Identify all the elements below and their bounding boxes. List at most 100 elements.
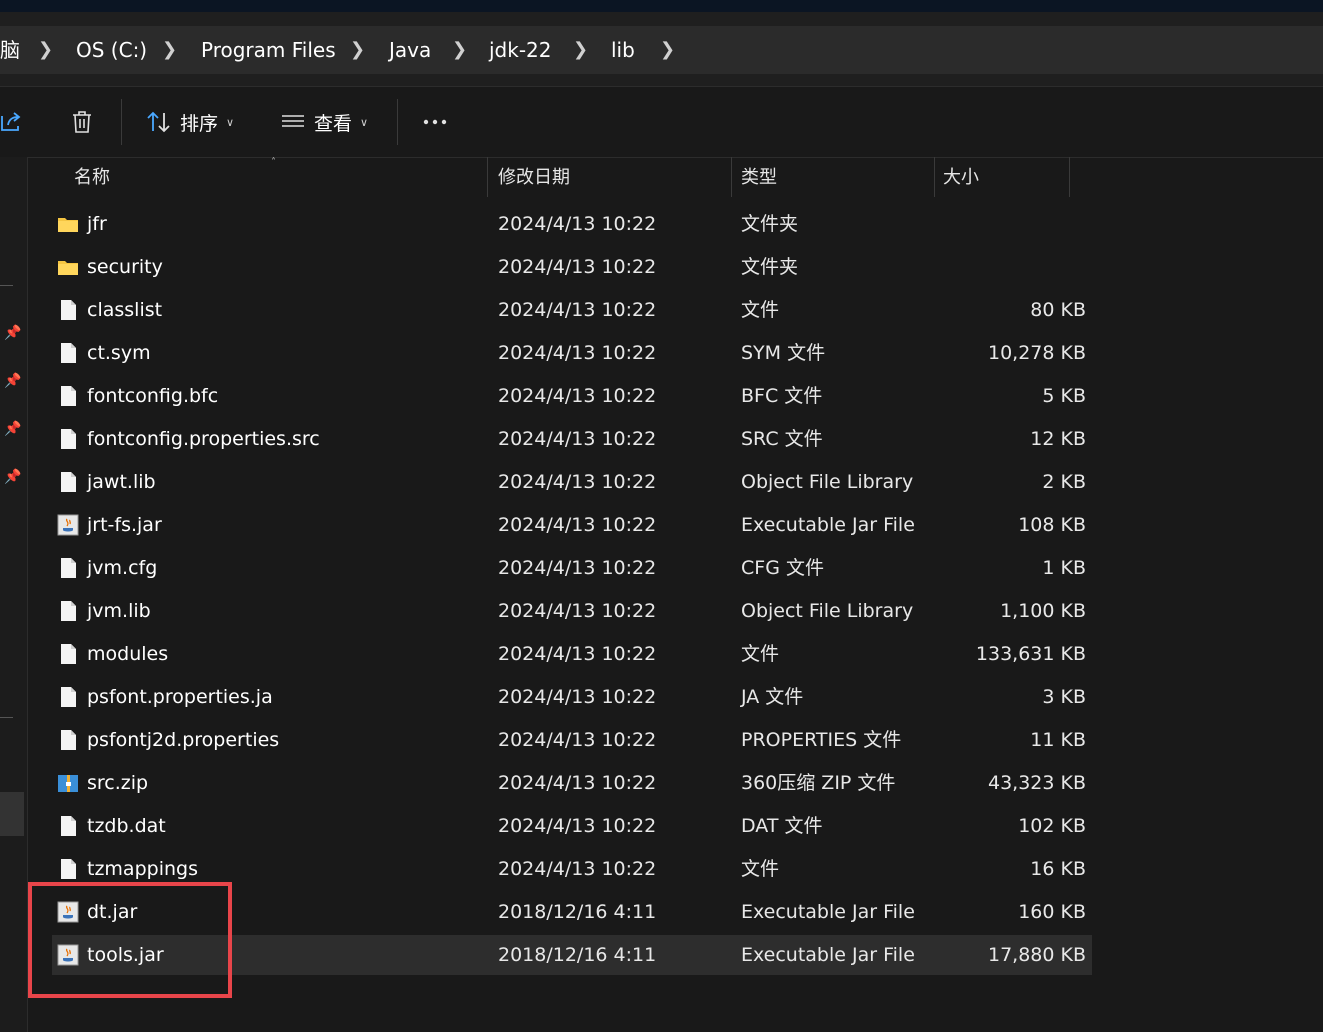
share-button[interactable] (0, 87, 24, 157)
breadcrumb-item-drive[interactable]: OS (C:) (76, 36, 147, 64)
column-size[interactable]: 大小 (934, 157, 1069, 199)
file-row[interactable]: fontconfig.bfc 2024/4/13 10:22 BFC 文件 5 KB (52, 376, 1092, 416)
file-icon (61, 472, 76, 492)
chevron-right-icon[interactable]: ❯ (452, 36, 467, 64)
breadcrumb-item-lib[interactable]: lib (611, 36, 635, 64)
file-row[interactable]: classlist 2024/4/13 10:22 文件 80 KB (52, 290, 1092, 330)
file-name: classlist (87, 299, 163, 321)
file-icon (61, 816, 76, 836)
pin-icon[interactable]: 📌 (4, 421, 22, 439)
file-size: 12 KB (1030, 428, 1086, 450)
file-row[interactable]: psfont.properties.ja 2024/4/13 10:22 JA 文件… (52, 677, 1092, 717)
toolbar-divider (121, 99, 122, 145)
breadcrumb-item-computer[interactable]: 脑 (0, 36, 20, 64)
file-type: 文件 (741, 858, 780, 880)
annotation-highlight-box (28, 882, 232, 998)
file-type: SYM 文件 (741, 342, 826, 364)
file-row[interactable]: jfr 2024/4/13 10:22 文件夹 (52, 204, 1092, 244)
file-row[interactable]: psfontj2d.properties 2024/4/13 10:22 PROPE… (52, 720, 1092, 760)
file-type: 文件夹 (741, 256, 799, 278)
file-date-modified: 2024/4/13 10:22 (498, 686, 657, 708)
file-icon (61, 730, 76, 750)
sort-button[interactable]: 排序 ∨ (146, 87, 234, 157)
more-icon (423, 119, 447, 125)
file-size: 17,880 KB (987, 944, 1086, 966)
pin-icon[interactable]: 📌 (4, 325, 22, 343)
pin-icon[interactable]: 📌 (4, 469, 22, 487)
file-size: 80 KB (1030, 299, 1086, 321)
navigation-pane[interactable]: 📌 📌 📌 📌 (0, 157, 28, 1032)
pin-icon[interactable]: 📌 (4, 373, 22, 391)
file-date-modified: 2024/4/13 10:22 (498, 815, 657, 837)
file-date-modified: 2024/4/13 10:22 (498, 772, 657, 794)
file-row[interactable]: src.zip 2024/4/13 10:22 360压缩 ZIP 文件 43,323… (52, 763, 1092, 803)
file-size: 16 KB (1030, 858, 1086, 880)
chevron-right-icon[interactable]: ❯ (38, 36, 53, 64)
delete-button[interactable] (70, 87, 94, 157)
file-row[interactable]: fontconfig.properties.src 2024/4/13 10:22… (52, 419, 1092, 459)
file-row[interactable]: tzdb.dat 2024/4/13 10:22 DAT 文件 102 KB (52, 806, 1092, 846)
file-row[interactable]: jrt-fs.jar 2024/4/13 10:22 Executable Jar … (52, 505, 1092, 545)
file-size: 160 KB (1018, 901, 1086, 923)
file-name: ct.sym (87, 342, 151, 364)
view-button[interactable]: 查看 ∨ (280, 87, 368, 157)
file-row[interactable]: jvm.cfg 2024/4/13 10:22 CFG 文件 1 KB (52, 548, 1092, 588)
file-type: 360压缩 ZIP 文件 (741, 772, 896, 794)
chevron-right-icon[interactable]: ❯ (162, 36, 177, 64)
folder-icon (58, 261, 78, 275)
file-date-modified: 2024/4/13 10:22 (498, 729, 657, 751)
column-type[interactable]: 类型 (732, 157, 934, 199)
nav-item-selected[interactable] (0, 792, 24, 836)
file-date-modified: 2024/4/13 10:22 (498, 299, 657, 321)
view-list-icon (282, 115, 304, 127)
file-type: Executable Jar File (741, 514, 915, 536)
column-name[interactable]: 名称 (65, 157, 487, 199)
file-type: PROPERTIES 文件 (741, 729, 902, 751)
sort-icon (147, 111, 170, 133)
file-icon (61, 601, 76, 621)
file-icon (61, 429, 76, 449)
view-label: 查看 (314, 112, 353, 135)
breadcrumb-item-jdk[interactable]: jdk-22 (489, 36, 552, 64)
title-bar-strip (0, 0, 1323, 12)
file-size: 43,323 KB (987, 772, 1086, 794)
column-divider[interactable] (1069, 157, 1070, 197)
breadcrumb-item-java[interactable]: Java (389, 36, 431, 64)
file-icon (61, 687, 76, 707)
sort-label: 排序 (180, 112, 219, 135)
breadcrumb-item-program-files[interactable]: Program Files (201, 36, 336, 64)
zip-archive-icon (58, 775, 78, 792)
breadcrumb[interactable]: 脑 ❯ OS (C:) ❯ Program Files ❯ Java ❯ jdk… (0, 26, 1323, 74)
column-date[interactable]: 修改日期 (489, 157, 731, 199)
chevron-down-icon: ∨ (226, 115, 235, 129)
column-divider[interactable] (487, 157, 488, 197)
file-type: Executable Jar File (741, 901, 915, 923)
file-icon (61, 558, 76, 578)
file-size: 102 KB (1018, 815, 1086, 837)
file-icon (61, 343, 76, 363)
more-options-button[interactable] (422, 87, 448, 157)
file-size: 3 KB (1042, 686, 1086, 708)
file-name: security (87, 256, 163, 278)
file-size: 108 KB (1018, 514, 1086, 536)
jar-icon (57, 514, 79, 536)
file-row[interactable]: jawt.lib 2024/4/13 10:22 Object File Libra… (52, 462, 1092, 502)
chevron-down-icon: ∨ (360, 115, 369, 129)
file-row[interactable]: modules 2024/4/13 10:22 文件 133,631 KB (52, 634, 1092, 674)
file-type: BFC 文件 (741, 385, 823, 407)
file-date-modified: 2024/4/13 10:22 (498, 256, 657, 278)
file-type: 文件 (741, 643, 780, 665)
chevron-right-icon[interactable]: ❯ (350, 36, 365, 64)
file-size: 1 KB (1042, 557, 1086, 579)
chevron-right-icon[interactable]: ❯ (660, 36, 675, 64)
file-row[interactable]: jvm.lib 2024/4/13 10:22 Object File Librar… (52, 591, 1092, 631)
file-name: jrt-fs.jar (87, 514, 162, 536)
file-row[interactable]: ct.sym 2024/4/13 10:22 SYM 文件 10,278 KB (52, 333, 1092, 373)
chevron-right-icon[interactable]: ❯ (573, 36, 588, 64)
file-type: CFG 文件 (741, 557, 824, 579)
command-bar: 排序 ∨ 查看 ∨ (0, 86, 1323, 158)
file-date-modified: 2024/4/13 10:22 (498, 557, 657, 579)
toolbar-divider (397, 99, 398, 145)
file-size: 5 KB (1042, 385, 1086, 407)
file-row[interactable]: security 2024/4/13 10:22 文件夹 (52, 247, 1092, 287)
